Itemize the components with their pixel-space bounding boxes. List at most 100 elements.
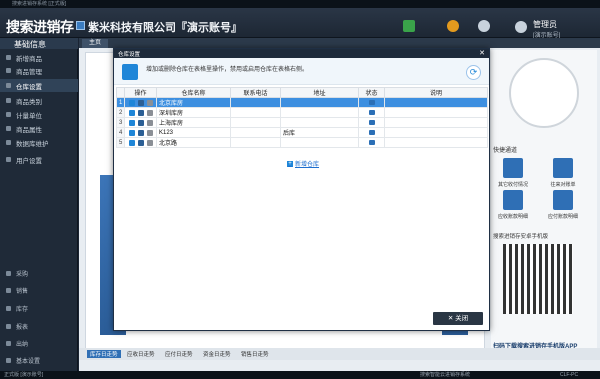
add-icon[interactable]: [128, 129, 135, 136]
edit-icon[interactable]: [137, 119, 144, 126]
table-row[interactable]: 2 深圳库房: [116, 107, 488, 118]
delete-icon[interactable]: [146, 99, 153, 106]
cell-phone[interactable]: [230, 97, 281, 108]
table-row[interactable]: 3 上海库房: [116, 117, 488, 128]
cell-phone[interactable]: [230, 137, 281, 148]
cell-phone[interactable]: [230, 107, 281, 118]
cell-status[interactable]: [358, 117, 385, 128]
lock-icon[interactable]: [368, 120, 375, 125]
payable-icon[interactable]: [553, 190, 573, 210]
refresh-icon[interactable]: ⟳: [466, 65, 481, 80]
sidebar-nav-reports[interactable]: 报表: [0, 320, 78, 333]
header-address[interactable]: 地址: [280, 87, 359, 98]
qr-code-icon: [503, 244, 573, 314]
quick-label[interactable]: 应收账款明细: [493, 213, 533, 220]
sidebar-item-category[interactable]: 商品类别: [0, 94, 78, 107]
status-bar: 正式版 [演示账号] 搜索智能云进销存系统 CLF-PC: [0, 371, 600, 379]
sidebar-nav-cashier[interactable]: 出纳: [0, 337, 78, 350]
sidebar-item-attribute[interactable]: 商品属性: [0, 122, 78, 135]
sales-icon: [6, 288, 11, 293]
add-icon[interactable]: [128, 139, 135, 146]
headset-icon[interactable]: [478, 20, 490, 32]
sidebar-section-head[interactable]: 基础信息: [0, 38, 78, 49]
sidebar-item-unit[interactable]: 计量单位: [0, 108, 78, 121]
cell-status[interactable]: [358, 97, 385, 108]
add-warehouse-link[interactable]: + 新增仓库: [287, 159, 319, 168]
quick-label[interactable]: 其它收付情况: [493, 181, 533, 188]
cell-name[interactable]: 深圳库房: [156, 107, 231, 118]
tab-stock-trend[interactable]: 库存日走势: [87, 350, 121, 358]
cell-name[interactable]: 北京路: [156, 137, 231, 148]
header-note[interactable]: 说明: [384, 87, 488, 98]
tab-sales-trend[interactable]: 销售日走势: [241, 350, 269, 358]
statement-icon[interactable]: [553, 158, 573, 178]
other-payments-icon[interactable]: [503, 158, 523, 178]
window-titlebar: 搜索进销存系统 [正式版] – □ ✕: [0, 0, 600, 8]
cell-note[interactable]: [384, 117, 488, 128]
cell-note[interactable]: [384, 97, 488, 108]
cell-note[interactable]: [384, 137, 488, 148]
header-name[interactable]: 仓库名称: [156, 87, 231, 98]
avatar[interactable]: [515, 21, 527, 33]
cell-note[interactable]: [384, 107, 488, 118]
receivable-icon[interactable]: [503, 190, 523, 210]
cell-note[interactable]: [384, 127, 488, 138]
edit-icon[interactable]: [137, 139, 144, 146]
sidebar-nav-stock[interactable]: 库存: [0, 302, 78, 315]
sidebar-nav-sales[interactable]: 销售: [0, 284, 78, 297]
message-icon[interactable]: [403, 20, 415, 32]
sidebar-nav-label: 基本设置: [16, 359, 41, 365]
header-phone[interactable]: 联系电话: [230, 87, 281, 98]
add-icon[interactable]: [128, 109, 135, 116]
lock-icon[interactable]: [368, 110, 375, 115]
cell-address[interactable]: [280, 117, 359, 128]
user-name[interactable]: 管理员: [533, 19, 557, 30]
edit-icon[interactable]: [137, 109, 144, 116]
sidebar-item-user-settings[interactable]: 用户设置: [0, 153, 78, 166]
cell-name[interactable]: 上海库房: [156, 117, 231, 128]
sidebar-item-product-manage[interactable]: 商品管理: [0, 64, 78, 77]
lock-icon[interactable]: [368, 140, 375, 145]
cell-status[interactable]: [358, 137, 385, 148]
cell-status[interactable]: [358, 127, 385, 138]
cell-address[interactable]: [280, 137, 359, 148]
quick-access-heading: 快捷通道: [493, 148, 518, 154]
delete-icon[interactable]: [146, 139, 153, 146]
cell-address[interactable]: [280, 107, 359, 118]
sidebar-nav-settings[interactable]: 基本设置: [0, 354, 78, 367]
quick-label[interactable]: 应付账款明细: [543, 213, 583, 220]
lock-icon[interactable]: [368, 130, 375, 135]
quick-label[interactable]: 往来对账单: [543, 181, 583, 188]
cell-name[interactable]: K123: [156, 127, 231, 138]
sidebar-nav-purchase[interactable]: 采购: [0, 267, 78, 280]
cell-status[interactable]: [358, 107, 385, 118]
bell-icon[interactable]: [447, 20, 459, 32]
cell-address[interactable]: 后库: [280, 127, 359, 138]
cell-name[interactable]: 北京库房: [156, 97, 231, 108]
close-button[interactable]: ✕ 关闭: [433, 312, 483, 325]
delete-icon[interactable]: [146, 109, 153, 116]
sidebar-item-database[interactable]: 数据库维护: [0, 136, 78, 149]
cell-phone[interactable]: [230, 127, 281, 138]
delete-icon[interactable]: [146, 129, 153, 136]
cell-address[interactable]: [280, 97, 359, 108]
edit-icon[interactable]: [137, 129, 144, 136]
sidebar-item-new-product[interactable]: 新增商品: [0, 51, 78, 64]
tab-home[interactable]: 主页: [82, 39, 108, 48]
row-number: 1: [116, 97, 125, 108]
sidebar-item-warehouse[interactable]: 仓库设置: [0, 79, 78, 92]
close-icon[interactable]: ✕: [479, 49, 485, 58]
delete-icon[interactable]: [146, 119, 153, 126]
tab-funds-trend[interactable]: 资金日走势: [203, 350, 231, 358]
add-icon[interactable]: [128, 119, 135, 126]
cell-phone[interactable]: [230, 117, 281, 128]
add-icon[interactable]: [128, 99, 135, 106]
tab-payable-trend[interactable]: 应付日走势: [165, 350, 193, 358]
header-status[interactable]: 状态: [358, 87, 385, 98]
table-row[interactable]: 1 北京库房: [116, 97, 488, 108]
tab-receivable-trend[interactable]: 应收日走势: [127, 350, 155, 358]
table-row[interactable]: 4 K123 后库: [116, 127, 488, 138]
table-row[interactable]: 5 北京路: [116, 137, 488, 148]
lock-icon[interactable]: [368, 100, 375, 105]
edit-icon[interactable]: [137, 99, 144, 106]
